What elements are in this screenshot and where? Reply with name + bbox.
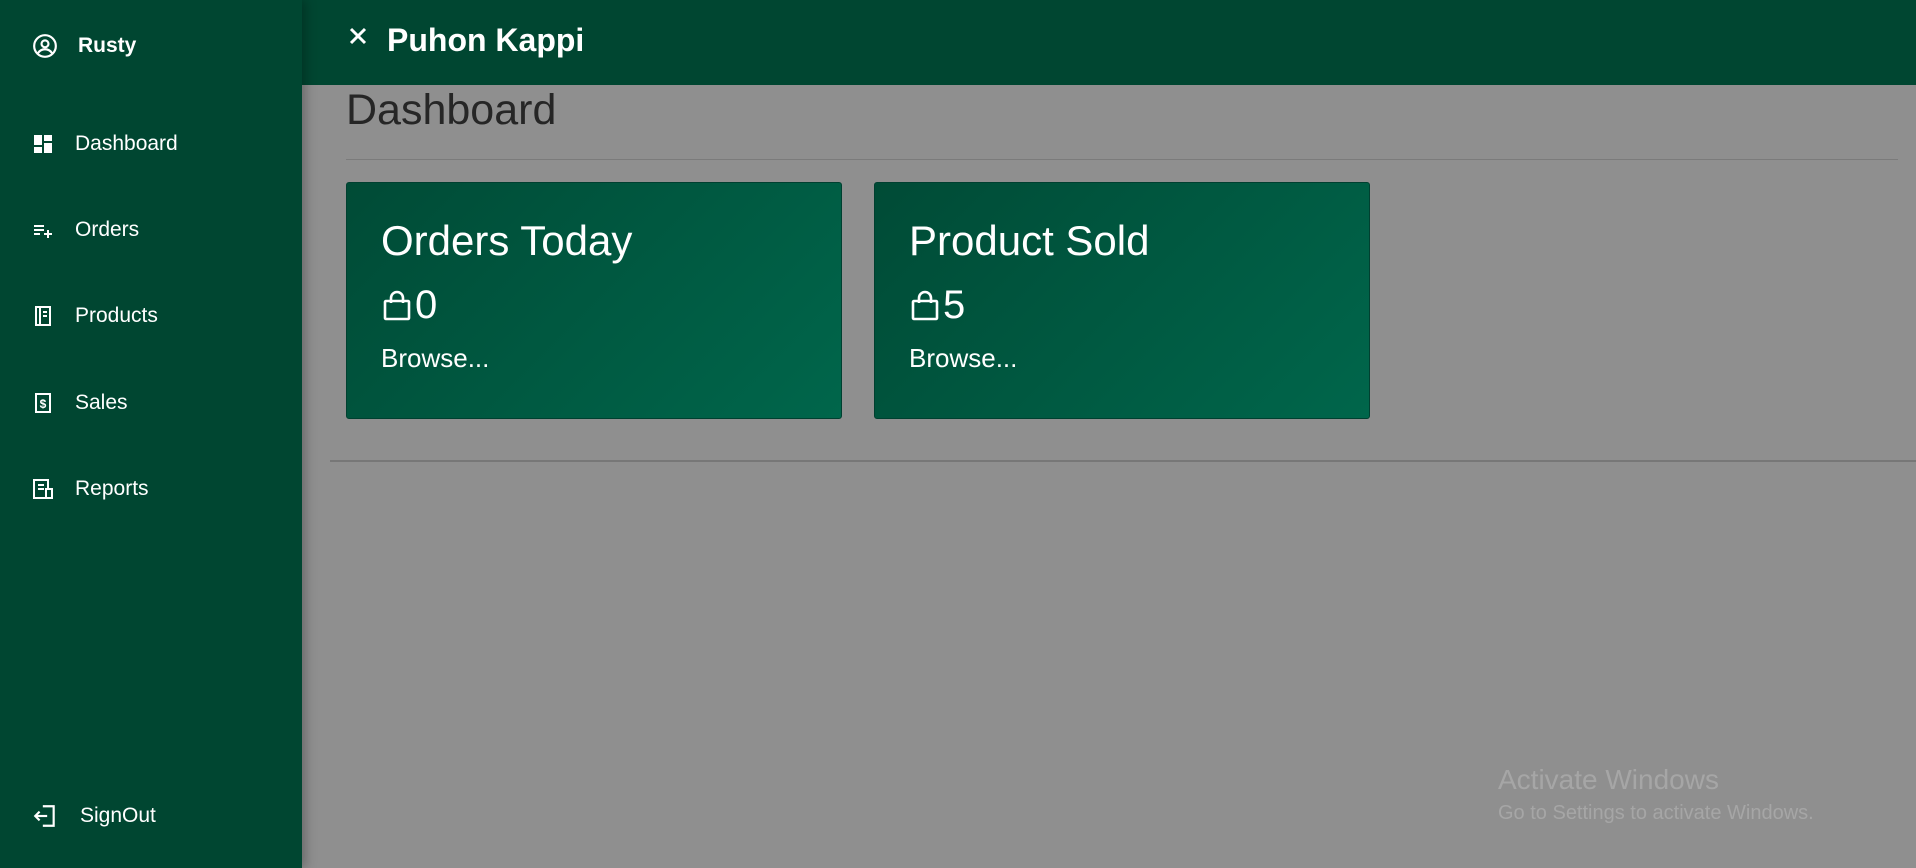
sidebar-item-label: Reports <box>75 477 149 500</box>
playlist-add-icon <box>32 219 54 241</box>
product-sold-card: Product Sold 5 Browse... <box>874 182 1370 419</box>
user-circle-icon <box>33 34 57 58</box>
shopping-bag-icon <box>911 290 939 320</box>
sidebar-item-label: Dashboard <box>75 132 178 155</box>
report-icon <box>32 478 54 500</box>
card-title: Orders Today <box>381 217 633 264</box>
sidebar: Rusty Dashboard Orders Products $ Sales … <box>0 0 302 868</box>
user-profile[interactable]: Rusty <box>32 30 136 62</box>
sidebar-item-label: Sales <box>75 391 128 414</box>
card-count-row: 5 <box>909 283 965 328</box>
close-icon[interactable] <box>347 25 369 47</box>
book-icon <box>32 305 54 327</box>
sidebar-item-sales[interactable]: $ Sales <box>32 387 128 419</box>
sidebar-item-dashboard[interactable]: Dashboard <box>32 128 178 160</box>
watermark-title: Activate Windows <box>1498 764 1719 795</box>
receipt-dollar-icon: $ <box>32 392 54 414</box>
svg-text:$: $ <box>40 397 47 411</box>
browse-link[interactable]: Browse... <box>909 343 1017 374</box>
shopping-bag-icon <box>383 290 411 320</box>
top-bar: Puhon Kappi <box>302 0 1916 85</box>
card-count-row: 0 <box>381 283 437 328</box>
sidebar-item-label: Products <box>75 304 158 327</box>
sidebar-item-orders[interactable]: Orders <box>32 214 139 246</box>
orders-today-card: Orders Today 0 Browse... <box>346 182 842 419</box>
signout-label: SignOut <box>80 804 156 827</box>
app-title: Puhon Kappi <box>387 22 585 58</box>
sidebar-item-reports[interactable]: Reports <box>32 473 149 505</box>
dashboard-icon <box>32 133 54 155</box>
card-count: 5 <box>943 283 966 327</box>
sidebar-item-label: Orders <box>75 218 140 241</box>
signout-icon <box>33 805 55 827</box>
browse-link[interactable]: Browse... <box>381 343 489 374</box>
signout-button[interactable]: SignOut <box>32 800 156 832</box>
card-count: 0 <box>415 283 438 327</box>
watermark-subtitle: Go to Settings to activate Windows. <box>1498 802 1814 824</box>
user-name: Rusty <box>78 34 137 57</box>
page-title: Dashboard <box>346 86 557 134</box>
activation-watermark: Activate Windows Go to Settings to activ… <box>1498 764 1814 825</box>
card-title: Product Sold <box>909 217 1150 264</box>
title-divider <box>346 159 1898 160</box>
section-divider <box>330 460 1916 462</box>
sidebar-item-products[interactable]: Products <box>32 300 158 332</box>
